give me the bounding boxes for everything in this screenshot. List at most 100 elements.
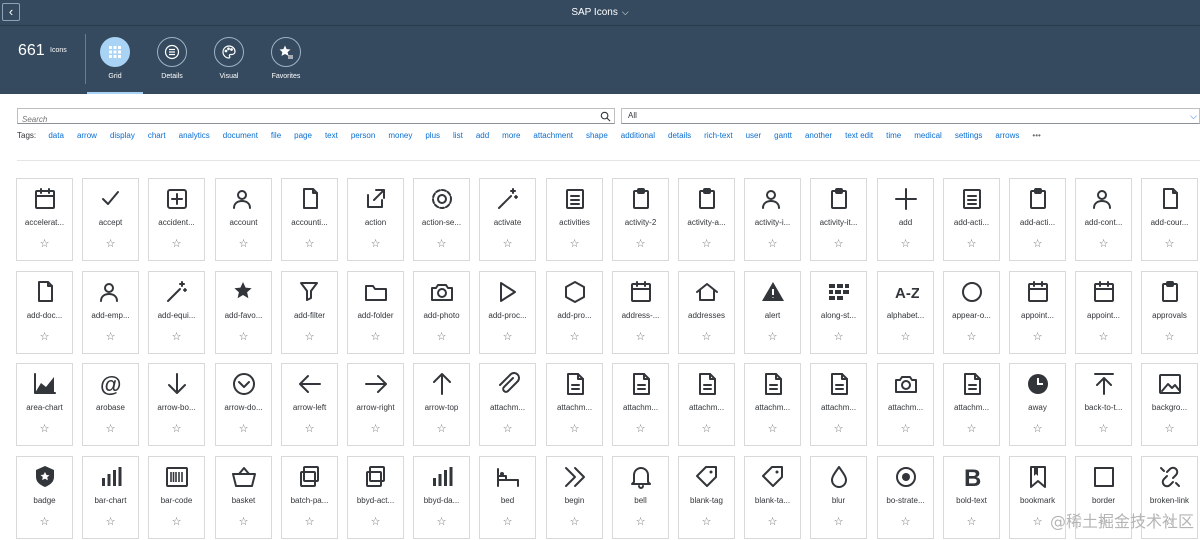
favorite-star-icon[interactable]: ☆ <box>745 238 800 250</box>
icon-tile[interactable]: bar-chart ☆ <box>82 456 139 539</box>
search-icon[interactable] <box>600 111 611 122</box>
icon-tile[interactable]: badge ☆ <box>16 456 73 539</box>
app-title-menu[interactable]: SAP Icons ⌵ <box>0 7 1200 18</box>
favorite-star-icon[interactable]: ☆ <box>17 516 72 528</box>
icon-tile[interactable]: alert ☆ <box>744 271 801 354</box>
favorite-star-icon[interactable]: ☆ <box>414 238 469 250</box>
favorite-star-icon[interactable]: ☆ <box>17 423 72 435</box>
favorite-star-icon[interactable]: ☆ <box>1010 423 1065 435</box>
favorite-star-icon[interactable]: ☆ <box>547 238 602 250</box>
icon-tile[interactable]: arrow-right ☆ <box>347 363 404 446</box>
favorite-star-icon[interactable]: ☆ <box>547 331 602 343</box>
favorite-star-icon[interactable]: ☆ <box>1142 423 1197 435</box>
tag-link[interactable]: list <box>453 131 463 140</box>
favorite-star-icon[interactable]: ☆ <box>149 516 204 528</box>
icon-tile[interactable]: basket ☆ <box>215 456 272 539</box>
favorite-star-icon[interactable]: ☆ <box>944 516 999 528</box>
icon-tile[interactable]: attachm... ☆ <box>744 363 801 446</box>
icon-tile[interactable]: backgro... ☆ <box>1141 363 1198 446</box>
favorite-star-icon[interactable]: ☆ <box>1010 238 1065 250</box>
icon-tile[interactable]: A-Z alphabet... ☆ <box>877 271 934 354</box>
icon-tile[interactable]: attachm... ☆ <box>678 363 735 446</box>
icon-tile[interactable]: add-cont... ☆ <box>1075 178 1132 261</box>
tag-link[interactable]: file <box>271 131 281 140</box>
tag-link[interactable]: money <box>388 131 412 140</box>
tag-link[interactable]: document <box>223 131 258 140</box>
tag-link[interactable]: person <box>351 131 375 140</box>
favorite-star-icon[interactable]: ☆ <box>216 423 271 435</box>
icon-tile[interactable]: activity-2 ☆ <box>612 178 669 261</box>
favorite-star-icon[interactable]: ☆ <box>17 238 72 250</box>
icon-tile[interactable]: attachm... ☆ <box>810 363 867 446</box>
favorite-star-icon[interactable]: ☆ <box>149 423 204 435</box>
icon-tile[interactable]: add-photo ☆ <box>413 271 470 354</box>
icon-tile[interactable]: add-filter ☆ <box>281 271 338 354</box>
icon-tile[interactable]: @ arobase ☆ <box>82 363 139 446</box>
icon-tile[interactable]: batch-pa... ☆ <box>281 456 338 539</box>
icon-tile[interactable]: add-doc... ☆ <box>16 271 73 354</box>
icon-tile[interactable]: Bbold-text ☆ <box>943 456 1000 539</box>
tag-link[interactable]: additional <box>621 131 655 140</box>
icon-tile[interactable]: bed ☆ <box>479 456 536 539</box>
favorite-star-icon[interactable]: ☆ <box>282 331 337 343</box>
icon-tile[interactable]: accelerat... ☆ <box>16 178 73 261</box>
icon-tile[interactable]: appoint... ☆ <box>1009 271 1066 354</box>
icon-tile[interactable]: bo-strate... ☆ <box>877 456 934 539</box>
tab-visual[interactable]: Visual <box>201 34 257 94</box>
favorite-star-icon[interactable]: ☆ <box>149 238 204 250</box>
icon-tile[interactable]: appear-o... ☆ <box>943 271 1000 354</box>
favorite-star-icon[interactable]: ☆ <box>17 331 72 343</box>
favorite-star-icon[interactable]: ☆ <box>811 516 866 528</box>
icon-tile[interactable]: add-cour... ☆ <box>1141 178 1198 261</box>
icon-tile[interactable]: activities ☆ <box>546 178 603 261</box>
tag-link[interactable]: arrow <box>77 131 97 140</box>
tag-link[interactable]: add <box>476 131 489 140</box>
icon-tile[interactable]: activity-i... ☆ <box>744 178 801 261</box>
favorite-star-icon[interactable]: ☆ <box>414 423 469 435</box>
tag-link[interactable]: time <box>886 131 901 140</box>
tag-link[interactable]: gantt <box>774 131 792 140</box>
tag-link[interactable]: details <box>668 131 691 140</box>
icon-tile[interactable]: arrow-left ☆ <box>281 363 338 446</box>
icon-tile[interactable]: activate ☆ <box>479 178 536 261</box>
favorite-star-icon[interactable]: ☆ <box>282 238 337 250</box>
icon-tile[interactable]: bell ☆ <box>612 456 669 539</box>
favorite-star-icon[interactable]: ☆ <box>83 238 138 250</box>
favorite-star-icon[interactable]: ☆ <box>414 516 469 528</box>
favorite-star-icon[interactable]: ☆ <box>811 238 866 250</box>
favorite-star-icon[interactable]: ☆ <box>547 516 602 528</box>
favorite-star-icon[interactable]: ☆ <box>348 238 403 250</box>
favorite-star-icon[interactable]: ☆ <box>679 331 734 343</box>
tag-link[interactable]: another <box>805 131 832 140</box>
favorite-star-icon[interactable]: ☆ <box>878 238 933 250</box>
icon-tile[interactable]: blank-ta... ☆ <box>744 456 801 539</box>
favorite-star-icon[interactable]: ☆ <box>745 331 800 343</box>
icon-tile[interactable]: approvals ☆ <box>1141 271 1198 354</box>
icon-tile[interactable]: attachm... ☆ <box>943 363 1000 446</box>
icon-tile[interactable]: activity-it... ☆ <box>810 178 867 261</box>
favorite-star-icon[interactable]: ☆ <box>944 331 999 343</box>
tag-link[interactable]: data <box>48 131 64 140</box>
icon-tile[interactable]: back-to-t... ☆ <box>1075 363 1132 446</box>
favorite-star-icon[interactable]: ☆ <box>1010 331 1065 343</box>
favorite-star-icon[interactable]: ☆ <box>811 331 866 343</box>
icon-tile[interactable]: along-st... ☆ <box>810 271 867 354</box>
favorite-star-icon[interactable]: ☆ <box>282 423 337 435</box>
icon-tile[interactable]: accident... ☆ <box>148 178 205 261</box>
tag-link[interactable]: user <box>746 131 762 140</box>
favorite-star-icon[interactable]: ☆ <box>745 423 800 435</box>
icon-tile[interactable]: attachm... ☆ <box>546 363 603 446</box>
favorite-star-icon[interactable]: ☆ <box>216 238 271 250</box>
icon-tile[interactable]: add ☆ <box>877 178 934 261</box>
tag-link[interactable]: shape <box>586 131 608 140</box>
tag-link[interactable]: analytics <box>179 131 210 140</box>
favorite-star-icon[interactable]: ☆ <box>1076 331 1131 343</box>
tag-link[interactable]: text edit <box>845 131 873 140</box>
icon-tile[interactable]: add-proc... ☆ <box>479 271 536 354</box>
favorite-star-icon[interactable]: ☆ <box>745 516 800 528</box>
icon-tile[interactable]: addresses ☆ <box>678 271 735 354</box>
favorite-star-icon[interactable]: ☆ <box>878 331 933 343</box>
icon-tile[interactable]: activity-a... ☆ <box>678 178 735 261</box>
favorite-star-icon[interactable]: ☆ <box>613 238 668 250</box>
icon-tile[interactable]: add-emp... ☆ <box>82 271 139 354</box>
